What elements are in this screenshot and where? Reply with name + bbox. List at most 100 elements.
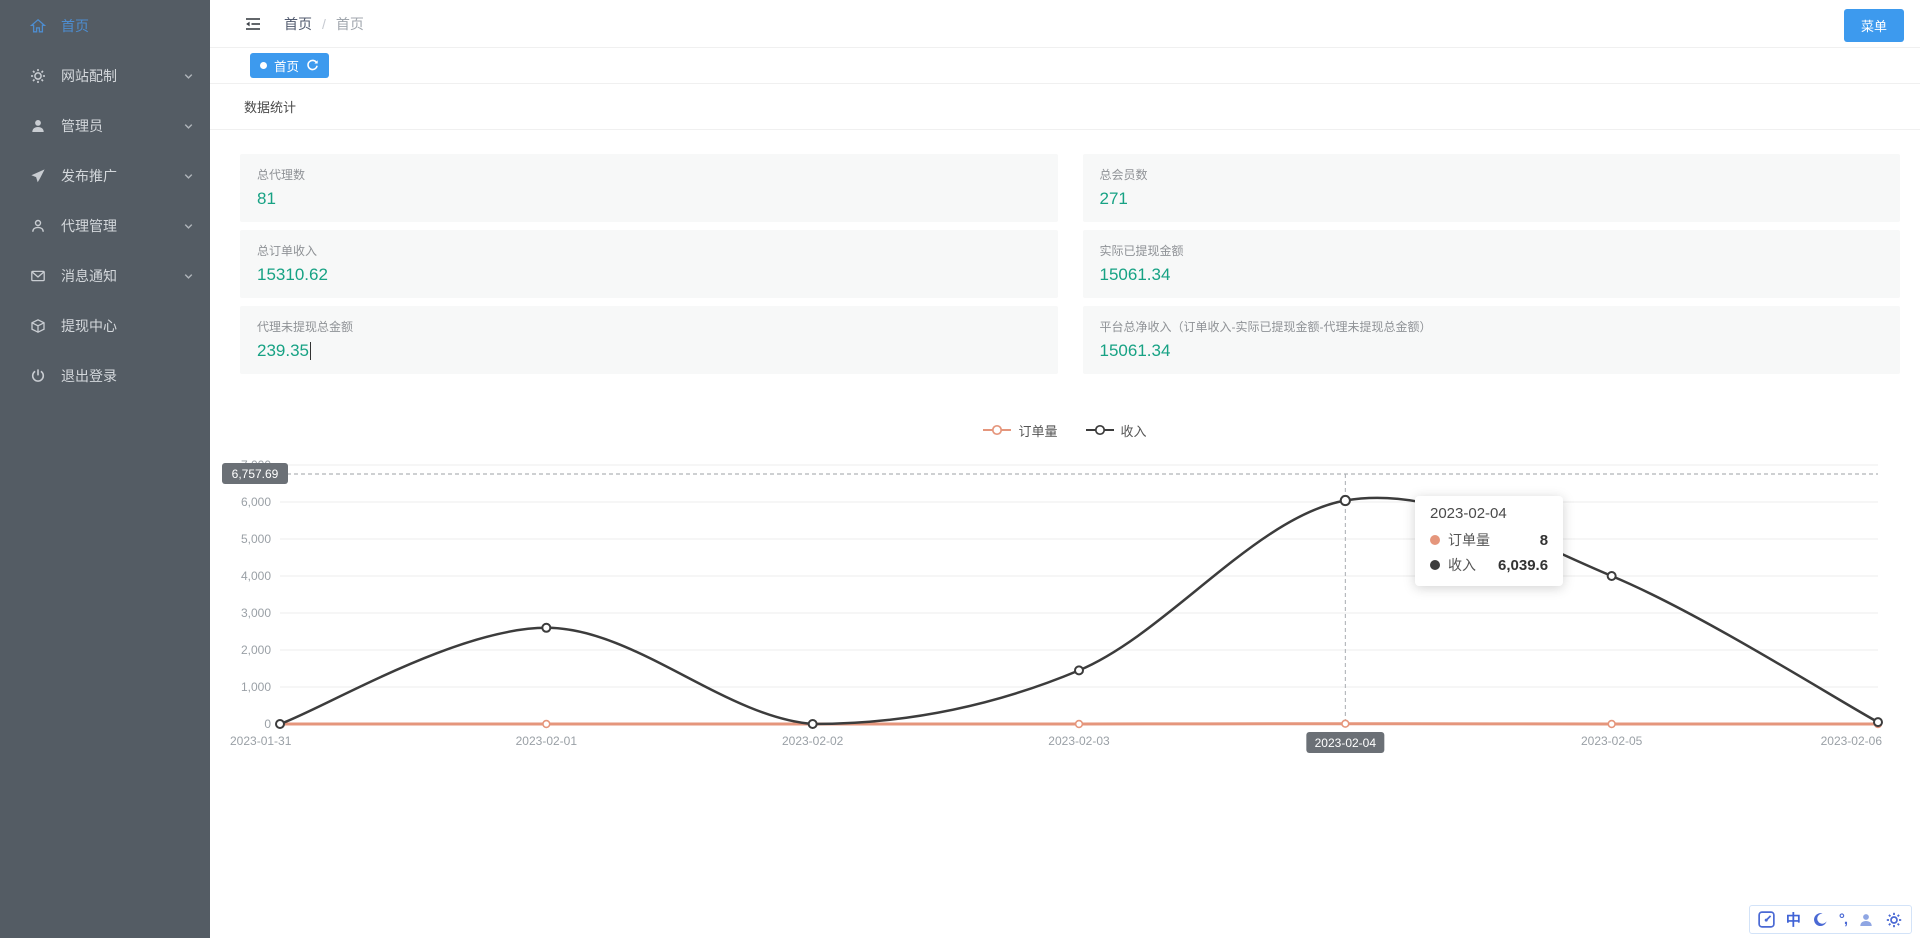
sidebar-item-admins[interactable]: 管理员: [0, 101, 210, 151]
revenue-dot-icon: [1430, 560, 1440, 570]
sidebar-item-label: 提现中心: [61, 316, 117, 336]
home-icon: [30, 18, 46, 34]
breadcrumb-home[interactable]: 首页: [284, 14, 312, 34]
chevron-down-icon: [181, 269, 196, 284]
legend-marker-icon: [983, 424, 1011, 436]
svg-text:3,000: 3,000: [241, 606, 271, 620]
svg-text:2023-02-02: 2023-02-02: [782, 734, 844, 748]
sidebar-item-label: 消息通知: [61, 266, 117, 286]
sidebar-item-label: 发布推广: [61, 166, 117, 186]
sidebar-item-label: 代理管理: [61, 216, 117, 236]
voice-icon[interactable]: °,: [1839, 911, 1847, 928]
stat-label: 实际已提现金额: [1100, 242, 1884, 259]
stat-value: 15061.34: [1100, 341, 1171, 361]
sidebar-item-label: 网站配制: [61, 66, 117, 86]
svg-text:6,000: 6,000: [241, 495, 271, 509]
svg-text:2023-02-05: 2023-02-05: [1581, 734, 1643, 748]
stat-value: 239.35: [257, 341, 309, 361]
line-chart[interactable]: 01,0002,0003,0004,0005,0006,0007,0002023…: [210, 446, 1920, 776]
legend-label: 订单量: [1018, 421, 1057, 440]
section-header: 数据统计: [210, 84, 1920, 130]
legend-label: 收入: [1121, 421, 1147, 440]
text-caret: [310, 342, 311, 360]
refresh-icon[interactable]: [306, 59, 319, 72]
chart-legend: 订单量 收入: [210, 418, 1920, 442]
gear-icon: [30, 68, 46, 84]
sidebar-item-label: 管理员: [61, 116, 103, 136]
chevron-down-icon: [181, 219, 196, 234]
chart-section: 订单量收入 01,0002,0003,0004,0005,0006,0007,0…: [210, 418, 1920, 776]
send-icon: [30, 168, 46, 184]
tooltip-value: 6,039.6: [1498, 557, 1548, 574]
menu-fold-icon[interactable]: [244, 15, 262, 33]
tooltip-label: 订单量: [1448, 530, 1490, 550]
power-icon: [30, 368, 46, 384]
mail-icon: [30, 268, 46, 284]
svg-text:2023-01-31: 2023-01-31: [230, 734, 292, 748]
agent-icon: [30, 218, 46, 234]
sidebar-item-promotion[interactable]: 发布推广: [0, 151, 210, 201]
dial-icon[interactable]: [1758, 911, 1776, 929]
stat-card-withdrawn-amount: 实际已提现金额 15061.34: [1083, 230, 1901, 298]
settings-gear-icon[interactable]: [1885, 911, 1903, 929]
chart-canvas[interactable]: 01,0002,0003,0004,0005,0006,0007,0002023…: [210, 446, 1920, 776]
main-content: 首页 / 首页 菜单 首页 数据统计 总代理数 81 总会员数 271 总订单收…: [210, 0, 1920, 938]
tabs-bar: 首页: [210, 48, 1920, 84]
svg-text:2023-02-01: 2023-02-01: [516, 734, 578, 748]
sidebar-item-home[interactable]: 首页: [0, 1, 210, 51]
tooltip-value: 8: [1540, 532, 1548, 549]
stat-value: 15061.34: [1100, 265, 1171, 285]
breadcrumb-separator: /: [322, 16, 326, 32]
stat-card-agent-unwithdrawn: 代理未提现总金额 239.35: [240, 306, 1058, 374]
stat-label: 总订单收入: [257, 242, 1041, 259]
svg-text:4,000: 4,000: [241, 569, 271, 583]
browser-extension-toolbar: 中 °,: [1749, 905, 1912, 934]
orders-dot-icon: [1430, 535, 1440, 545]
stat-label: 平台总净收入（订单收入-实际已提现金额-代理未提现总金额）: [1100, 318, 1884, 335]
legend-item-revenue[interactable]: 收入: [1086, 421, 1147, 440]
sidebar-item-agents[interactable]: 代理管理: [0, 201, 210, 251]
legend-marker-icon: [1086, 424, 1114, 436]
tooltip-row-orders: 订单量 8: [1430, 530, 1548, 550]
stat-value: 81: [257, 189, 276, 209]
chevron-down-icon: [181, 119, 196, 134]
moon-icon[interactable]: [1811, 911, 1829, 929]
sidebar-item-label: 退出登录: [61, 366, 117, 386]
svg-text:1,000: 1,000: [241, 680, 271, 694]
sidebar-item-logout[interactable]: 退出登录: [0, 351, 210, 401]
translate-icon[interactable]: 中: [1786, 909, 1801, 930]
stat-value: 15310.62: [257, 265, 328, 285]
tooltip-row-revenue: 收入 6,039.6: [1430, 555, 1548, 575]
menu-button[interactable]: 菜单: [1844, 9, 1904, 42]
svg-text:2023-02-04: 2023-02-04: [1315, 736, 1377, 750]
svg-text:2023-02-03: 2023-02-03: [1048, 734, 1110, 748]
stat-value: 271: [1100, 189, 1128, 209]
tab-active-dot-icon: [260, 62, 267, 69]
breadcrumb-current: 首页: [336, 14, 364, 34]
sidebar-item-label: 首页: [61, 16, 89, 36]
sidebar-item-withdraw-center[interactable]: 提现中心: [0, 301, 210, 351]
stat-card-total-order-income: 总订单收入 15310.62: [240, 230, 1058, 298]
legend-item-orders[interactable]: 订单量: [983, 421, 1057, 440]
tooltip-label: 收入: [1448, 555, 1476, 575]
profile-icon[interactable]: [1857, 911, 1875, 929]
stat-label: 代理未提现总金额: [257, 318, 1041, 335]
stat-label: 总代理数: [257, 166, 1041, 183]
sidebar-item-notifications[interactable]: 消息通知: [0, 251, 210, 301]
user-icon: [30, 118, 46, 134]
stat-cards: 总代理数 81 总会员数 271 总订单收入 15310.62 实际已提现金额 …: [240, 154, 1900, 374]
svg-text:5,000: 5,000: [241, 532, 271, 546]
tab-home[interactable]: 首页: [250, 53, 329, 78]
svg-text:2,000: 2,000: [241, 643, 271, 657]
svg-text:6,757.69: 6,757.69: [232, 467, 279, 481]
stat-label: 总会员数: [1100, 166, 1884, 183]
stat-card-total-agents: 总代理数 81: [240, 154, 1058, 222]
svg-text:0: 0: [264, 717, 271, 731]
section-title: 数据统计: [244, 97, 296, 116]
tooltip-date: 2023-02-04: [1430, 505, 1548, 522]
sidebar-item-site-config[interactable]: 网站配制: [0, 51, 210, 101]
chevron-down-icon: [181, 169, 196, 184]
chevron-down-icon: [181, 69, 196, 84]
withdraw-icon: [30, 318, 46, 334]
svg-text:2023-02-06: 2023-02-06: [1821, 734, 1883, 748]
